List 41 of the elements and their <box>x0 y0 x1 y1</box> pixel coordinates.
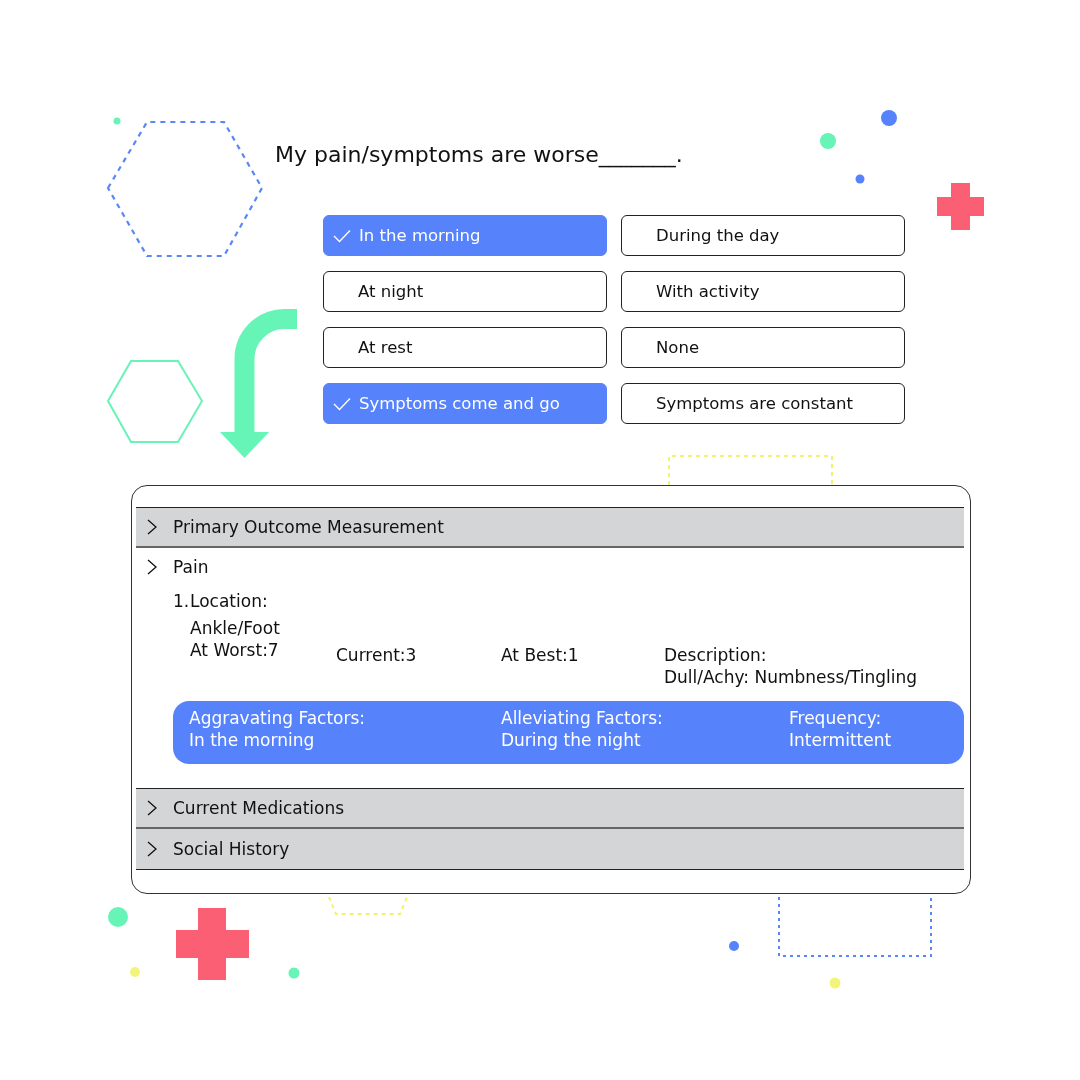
rating-text: At Worst:7 <box>190 639 279 661</box>
factor-label: Alleviating Factors: <box>501 707 663 729</box>
accordion-header[interactable]: Social History <box>136 829 964 870</box>
chevron-right-icon <box>147 841 157 857</box>
check-icon <box>333 396 351 411</box>
chevron-right-icon <box>147 559 157 575</box>
dot <box>829 977 841 989</box>
dot <box>113 117 121 125</box>
field-label: Description: <box>664 644 767 666</box>
factor-label: Aggravating Factors: <box>189 707 366 729</box>
option-button[interactable]: Symptoms are constant <box>621 383 905 424</box>
dot <box>881 110 897 126</box>
factor-value: During the night <box>501 729 641 751</box>
accordion-header[interactable]: Pain <box>136 548 964 586</box>
dot <box>288 967 300 979</box>
field-value: Dull/Achy: Numbness/Tingling <box>664 666 918 688</box>
accordion-header[interactable]: Primary Outcome Measurement <box>136 507 964 548</box>
option-button[interactable]: None <box>621 327 905 368</box>
option-button[interactable]: During the day <box>621 215 905 256</box>
list-number: 1. <box>173 590 190 612</box>
factor-value: In the morning <box>189 729 315 751</box>
chevron-right-icon <box>147 800 157 816</box>
option-button[interactable]: At night <box>323 271 607 312</box>
accordion-header[interactable]: Current Medications <box>136 788 964 829</box>
factor-label: Frequency: <box>789 707 882 729</box>
field-label: Location: <box>190 590 268 612</box>
dot <box>108 907 128 927</box>
dot <box>820 133 836 149</box>
option-button[interactable]: With activity <box>621 271 905 312</box>
question-text: My pain/symptoms are worse_______. <box>275 141 683 170</box>
dot <box>729 941 739 951</box>
cross-shape <box>937 183 984 230</box>
option-button[interactable]: At rest <box>323 327 607 368</box>
rating-text: Current:3 <box>336 644 417 666</box>
chevron-right-icon <box>147 519 157 535</box>
factor-value: Intermittent <box>789 729 892 751</box>
dot <box>855 174 865 184</box>
dot <box>130 967 140 977</box>
check-icon <box>333 228 351 243</box>
field-value: Ankle/Foot <box>190 617 280 639</box>
rating-text: At Best:1 <box>501 644 579 666</box>
